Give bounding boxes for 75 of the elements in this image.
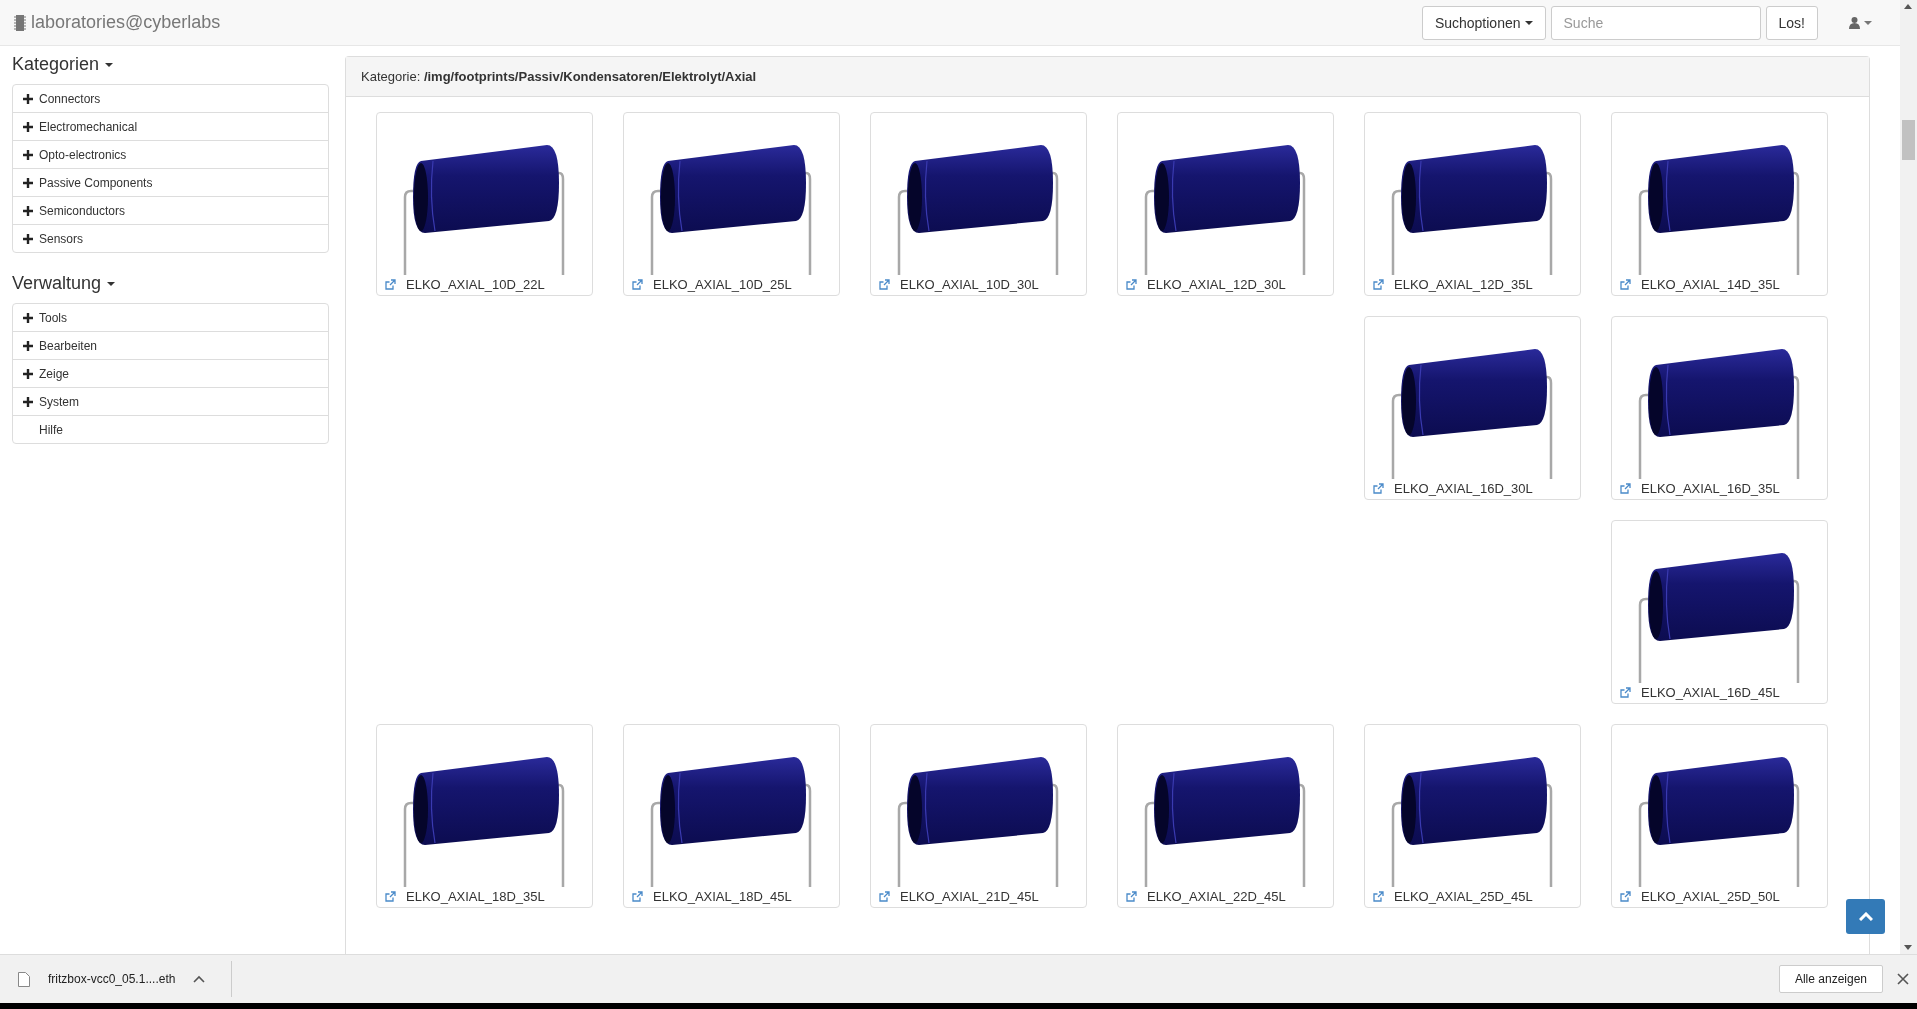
footprint-name: ELKO_AXIAL_14D_35L bbox=[1641, 277, 1780, 292]
footprint-card[interactable]: ELKO_AXIAL_21D_45L bbox=[870, 724, 1087, 908]
search-options-button[interactable]: Suchoptionen bbox=[1421, 5, 1546, 40]
external-link-icon[interactable] bbox=[879, 891, 890, 902]
external-link-icon[interactable] bbox=[632, 891, 643, 902]
vertical-scrollbar[interactable] bbox=[1900, 0, 1917, 954]
footprint-card[interactable]: ELKO_AXIAL_12D_35L bbox=[1364, 112, 1581, 296]
scroll-to-top-button[interactable] bbox=[1846, 899, 1885, 934]
footprint-name: ELKO_AXIAL_10D_30L bbox=[900, 277, 1039, 292]
external-link-icon[interactable] bbox=[1620, 687, 1631, 698]
footprint-name: ELKO_AXIAL_16D_45L bbox=[1641, 685, 1780, 700]
external-link-icon[interactable] bbox=[632, 279, 643, 290]
footprint-name: ELKO_AXIAL_25D_45L bbox=[1394, 889, 1533, 904]
external-link-icon[interactable] bbox=[1373, 279, 1384, 290]
sidebar-item[interactable]: Sensors bbox=[13, 224, 328, 252]
footprint-card[interactable]: ELKO_AXIAL_12D_30L bbox=[1117, 112, 1334, 296]
footprint-card[interactable]: ELKO_AXIAL_22D_45L bbox=[1117, 724, 1334, 908]
footprint-name: ELKO_AXIAL_16D_35L bbox=[1641, 481, 1780, 496]
sidebar-item[interactable]: Bearbeiten bbox=[13, 331, 328, 359]
footprint-card[interactable]: ELKO_AXIAL_16D_35L bbox=[1611, 316, 1828, 500]
external-link-icon[interactable] bbox=[879, 279, 890, 290]
footprint-card[interactable]: ELKO_AXIAL_14D_35L bbox=[1611, 112, 1828, 296]
chevron-up-icon bbox=[1858, 912, 1873, 921]
sidebar-item[interactable]: Electromechanical bbox=[13, 112, 328, 140]
section-title[interactable]: Verwaltung bbox=[12, 273, 102, 294]
external-link-icon[interactable] bbox=[1126, 279, 1137, 290]
brand-link[interactable]: laboratories@cyberlabs bbox=[31, 12, 221, 33]
footprint-name: ELKO_AXIAL_16D_30L bbox=[1394, 481, 1533, 496]
footprint-card[interactable]: ELKO_AXIAL_25D_50L bbox=[1611, 724, 1828, 908]
sidebar-item[interactable]: Connectors bbox=[13, 85, 328, 112]
show-all-button[interactable]: Alle anzeigen bbox=[1778, 965, 1883, 993]
footprint-name: ELKO_AXIAL_12D_30L bbox=[1147, 277, 1286, 292]
footprint-name: ELKO_AXIAL_10D_25L bbox=[653, 277, 792, 292]
footprint-name: ELKO_AXIAL_21D_45L bbox=[900, 889, 1039, 904]
external-link-icon[interactable] bbox=[385, 891, 396, 902]
search-field[interactable]: Suche bbox=[1550, 5, 1761, 40]
footprint-name: ELKO_AXIAL_22D_45L bbox=[1147, 889, 1286, 904]
footprint-card[interactable]: ELKO_AXIAL_25D_45L bbox=[1364, 724, 1581, 908]
external-link-icon[interactable] bbox=[1373, 483, 1384, 494]
footprint-card[interactable]: ELKO_AXIAL_16D_45L bbox=[1611, 520, 1828, 704]
chevron-up-icon[interactable] bbox=[193, 975, 206, 983]
footprint-card[interactable]: ELKO_AXIAL_18D_45L bbox=[623, 724, 840, 908]
section-title[interactable]: Kategorien bbox=[12, 54, 100, 75]
close-icon[interactable] bbox=[1897, 973, 1909, 985]
search-submit-button[interactable]: Los! bbox=[1765, 5, 1818, 40]
sidebar-item[interactable]: Passive Components bbox=[13, 168, 328, 196]
footprint-name: ELKO_AXIAL_18D_35L bbox=[406, 889, 545, 904]
sidebar-item[interactable]: Zeige bbox=[13, 359, 328, 387]
external-link-icon[interactable] bbox=[1620, 483, 1631, 494]
external-link-icon[interactable] bbox=[1373, 891, 1384, 902]
caret-icon bbox=[107, 281, 116, 286]
sidebar-item[interactable]: Semiconductors bbox=[13, 196, 328, 224]
external-link-icon[interactable] bbox=[1620, 891, 1631, 902]
external-link-icon[interactable] bbox=[385, 279, 396, 290]
footprint-card[interactable]: ELKO_AXIAL_16D_30L bbox=[1364, 316, 1581, 500]
external-link-icon[interactable] bbox=[1126, 891, 1137, 902]
caret-icon bbox=[105, 62, 114, 67]
file-icon bbox=[18, 971, 30, 987]
external-link-icon[interactable] bbox=[1620, 279, 1631, 290]
footprint-card[interactable]: ELKO_AXIAL_18D_35L bbox=[376, 724, 593, 908]
sidebar-item[interactable]: System bbox=[13, 387, 328, 415]
footprint-name: ELKO_AXIAL_12D_35L bbox=[1394, 277, 1533, 292]
footprint-card[interactable]: ELKO_AXIAL_10D_22L bbox=[376, 112, 593, 296]
footprint-name: ELKO_AXIAL_18D_45L bbox=[653, 889, 792, 904]
user-icon bbox=[1849, 16, 1860, 29]
footprint-card[interactable]: ELKO_AXIAL_10D_25L bbox=[623, 112, 840, 296]
sidebar-item[interactable]: Hilfe bbox=[13, 415, 328, 443]
download-filename[interactable]: fritzbox-vcc0_05.1....eth bbox=[48, 972, 176, 986]
category-path: Kategorie: /img/footprints/Passiv/Kondensatoren/Elektrolyt/Axial bbox=[361, 69, 757, 84]
footprint-name: ELKO_AXIAL_25D_50L bbox=[1641, 889, 1780, 904]
chip-icon bbox=[14, 14, 26, 31]
sidebar-item[interactable]: Tools bbox=[13, 304, 328, 331]
sidebar-item[interactable]: Opto-electronics bbox=[13, 140, 328, 168]
footprint-name: ELKO_AXIAL_10D_22L bbox=[406, 277, 545, 292]
footprint-card[interactable]: ELKO_AXIAL_10D_30L bbox=[870, 112, 1087, 296]
